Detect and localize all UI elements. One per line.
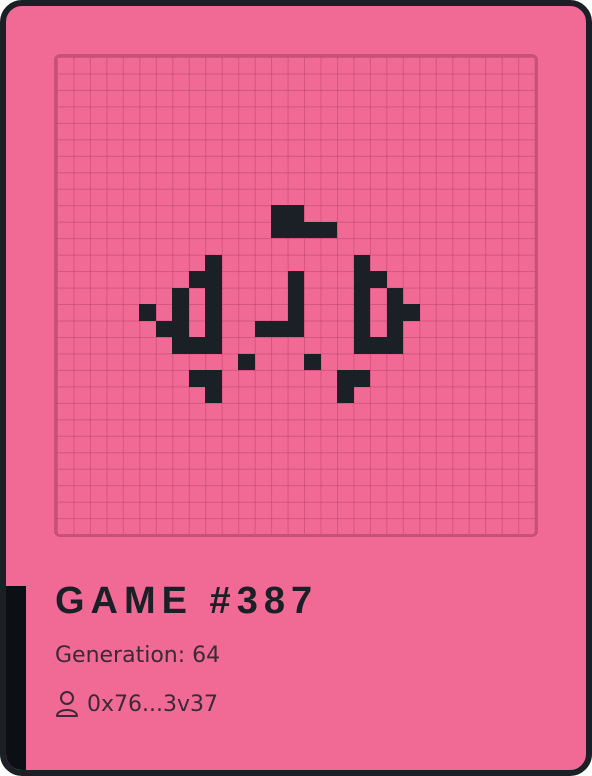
live-cell (337, 386, 354, 404)
live-cell (403, 304, 420, 321)
live-cell (172, 337, 189, 354)
owner-address: 0x76...3v37 (87, 691, 219, 717)
live-cell (188, 271, 206, 288)
generation-count: Generation: 64 (55, 643, 221, 668)
live-cell (370, 337, 387, 354)
live-cell (205, 287, 222, 305)
live-cell (370, 271, 387, 288)
live-cell (139, 304, 156, 321)
live-cell (271, 205, 288, 222)
live-cell (271, 320, 288, 338)
live-cell (271, 221, 288, 239)
live-cell (353, 287, 371, 305)
live-cell (320, 221, 338, 239)
live-cell (353, 337, 371, 354)
live-cell (188, 370, 206, 387)
live-cell (386, 320, 404, 338)
live-cell (205, 337, 222, 354)
live-cell (304, 221, 321, 239)
game-of-life-board (54, 54, 538, 537)
live-cell (287, 320, 305, 338)
live-cell (155, 320, 173, 338)
live-cell (353, 304, 371, 321)
live-cell (205, 370, 222, 387)
live-cell (287, 287, 305, 305)
live-cell (287, 205, 305, 222)
live-cell (205, 386, 222, 404)
live-cell (172, 320, 189, 338)
live-cell (353, 254, 371, 272)
live-cell (188, 337, 206, 354)
live-cell (287, 304, 305, 321)
card-edge-strip (6, 586, 26, 770)
live-cell (205, 271, 222, 288)
live-cell (205, 254, 222, 272)
live-cell (386, 337, 404, 354)
live-cell (386, 287, 404, 305)
live-cell (353, 271, 371, 288)
live-cell (172, 304, 189, 321)
user-icon (55, 690, 79, 718)
live-cell (287, 271, 305, 288)
owner-info[interactable]: 0x76...3v37 (55, 690, 218, 718)
live-cell (304, 353, 321, 371)
live-cell (172, 287, 189, 305)
live-cell (337, 370, 354, 387)
live-cell (287, 221, 305, 239)
live-cell (353, 320, 371, 338)
live-cell (353, 370, 371, 387)
game-card[interactable]: GAME #387 Generation: 64 0x76...3v37 (0, 0, 592, 776)
live-cell (238, 353, 255, 371)
live-cell (205, 304, 222, 321)
live-cell (254, 320, 272, 338)
live-cell (205, 320, 222, 338)
live-cell (386, 304, 404, 321)
game-title: GAME #387 (55, 580, 319, 622)
